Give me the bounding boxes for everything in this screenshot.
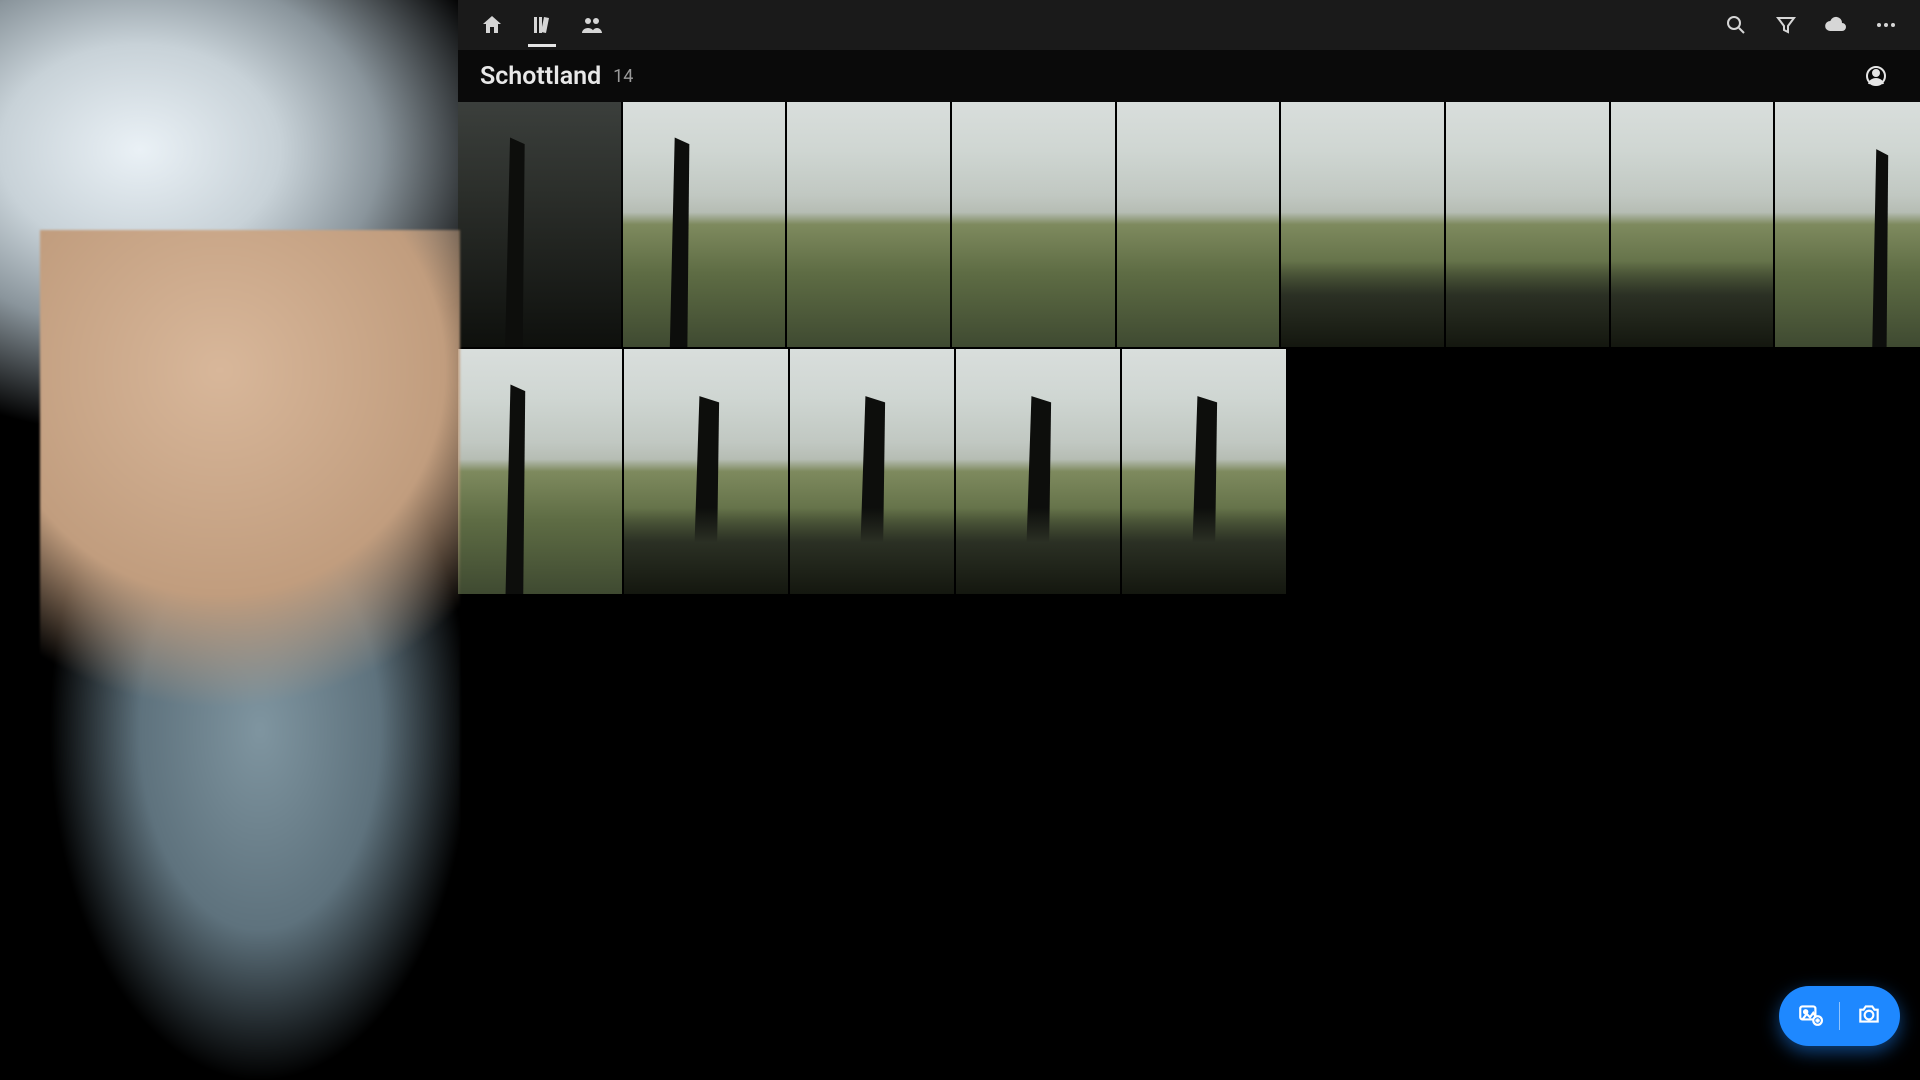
photo-thumbnail[interactable] bbox=[956, 349, 1120, 594]
search-icon[interactable] bbox=[1714, 3, 1758, 47]
profile-icon[interactable] bbox=[1854, 54, 1898, 98]
photo-thumbnail[interactable] bbox=[1281, 102, 1444, 347]
add-photos-fab[interactable] bbox=[1779, 986, 1900, 1046]
photo-thumbnail[interactable] bbox=[623, 102, 786, 347]
thumbnail-grid bbox=[458, 102, 1920, 1080]
cloud-icon[interactable] bbox=[1814, 3, 1858, 47]
album-count: 14 bbox=[613, 66, 633, 87]
top-nav-bar bbox=[458, 0, 1920, 50]
album-title: Schottland bbox=[480, 62, 601, 91]
album-header: Schottland 14 bbox=[458, 50, 1920, 102]
image-add-icon bbox=[1797, 1001, 1823, 1031]
photo-thumbnail[interactable] bbox=[458, 349, 622, 594]
photo-thumbnail[interactable] bbox=[952, 102, 1115, 347]
photo-thumbnail[interactable] bbox=[1446, 102, 1609, 347]
photo-thumbnail[interactable] bbox=[1122, 349, 1286, 594]
photo-thumbnail[interactable] bbox=[1775, 102, 1920, 347]
fab-divider bbox=[1839, 1002, 1840, 1030]
photo-thumbnail[interactable] bbox=[1611, 102, 1774, 347]
library-icon[interactable] bbox=[520, 3, 564, 47]
photo-thumbnail[interactable] bbox=[787, 102, 950, 347]
photo-thumbnail[interactable] bbox=[458, 102, 621, 347]
presenter-video-overlay bbox=[0, 0, 458, 1080]
people-icon[interactable] bbox=[570, 3, 614, 47]
photo-thumbnail[interactable] bbox=[624, 349, 788, 594]
home-icon[interactable] bbox=[470, 3, 514, 47]
more-icon[interactable] bbox=[1864, 3, 1908, 47]
filter-icon[interactable] bbox=[1764, 3, 1808, 47]
photo-thumbnail[interactable] bbox=[790, 349, 954, 594]
camera-icon bbox=[1856, 1001, 1882, 1031]
photo-thumbnail[interactable] bbox=[1117, 102, 1280, 347]
app-panel: Schottland 14 bbox=[458, 0, 1920, 1080]
